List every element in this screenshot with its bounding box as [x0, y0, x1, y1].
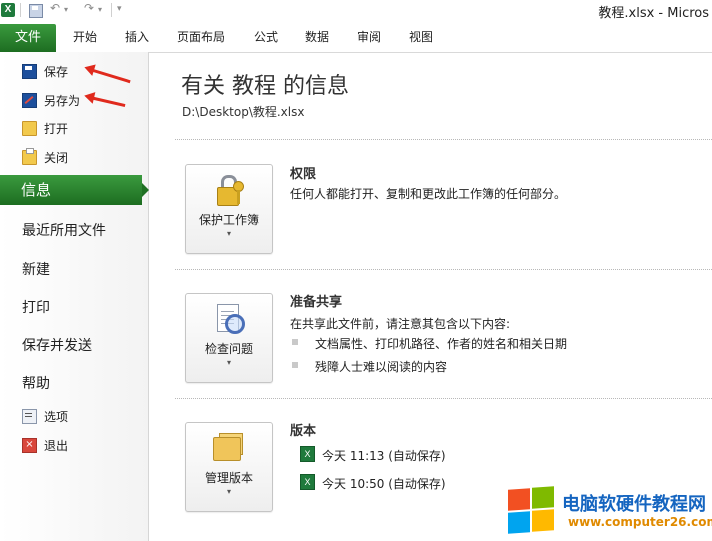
permissions-heading: 权限 — [290, 167, 317, 182]
window-title: 教程.xlsx - Micros — [598, 6, 709, 21]
lock-key-icon — [211, 173, 245, 207]
nav-exit-label: 退出 — [44, 438, 69, 453]
quick-save-icon[interactable] — [29, 4, 43, 18]
prepare-bullet: 残障人士难以阅读的内容 — [315, 360, 448, 374]
open-folder-icon — [22, 120, 37, 136]
nav-save-send[interactable]: 保存并发送 — [22, 335, 92, 355]
nav-save[interactable]: 保存 — [22, 61, 68, 81]
nav-options[interactable]: 选项 — [22, 406, 68, 426]
windows-logo — [508, 486, 556, 535]
nav-open[interactable]: 打开 — [22, 118, 68, 138]
tab-data[interactable]: 数据 — [305, 28, 329, 45]
prepare-description: 在共享此文件前，请注意其包含以下内容: — [290, 317, 511, 331]
check-issues-button[interactable]: 检查问题 ▾ — [185, 293, 273, 383]
chevron-down-icon: ▾ — [226, 487, 231, 496]
tab-review[interactable]: 审阅 — [357, 28, 381, 45]
divider — [175, 269, 712, 270]
versions-heading: 版本 — [290, 424, 317, 439]
redo-icon[interactable]: ↷ — [84, 1, 94, 15]
nav-print[interactable]: 打印 — [22, 297, 50, 317]
nav-recent[interactable]: 最近所用文件 — [22, 220, 106, 240]
nav-new[interactable]: 新建 — [22, 259, 50, 279]
customize-quick-access-icon[interactable]: ▾ — [117, 4, 122, 14]
prepare-bullet: 文档属性、打印机路径、作者的姓名和相关日期 — [315, 337, 568, 351]
excel-file-icon: X — [300, 446, 315, 462]
bullet-icon — [292, 339, 298, 345]
chevron-down-icon: ▾ — [226, 358, 231, 367]
check-issues-label: 检查问题 — [204, 342, 253, 356]
save-icon — [22, 63, 37, 79]
permissions-description: 任何人都能打开、复制和更改此工作簿的任何部分。 — [290, 187, 567, 201]
tab-formulas[interactable]: 公式 — [254, 28, 278, 45]
chevron-down-icon: ▾ — [226, 229, 231, 238]
nav-close-label: 关闭 — [44, 150, 69, 165]
title-bar: X ↶ ▾ ↷ ▾ ▾ 教程.xlsx - Micros — [0, 0, 712, 21]
exit-icon: × — [22, 437, 37, 453]
versions-folder-icon — [211, 431, 245, 465]
bullet-icon — [292, 362, 298, 368]
nav-close[interactable]: 关闭 — [22, 147, 68, 167]
prepare-heading: 准备共享 — [290, 295, 343, 310]
manage-versions-button[interactable]: 管理版本 ▾ — [185, 422, 273, 512]
divider — [175, 139, 712, 140]
manage-versions-label: 管理版本 — [204, 471, 253, 485]
protect-workbook-label: 保护工作簿 — [198, 213, 259, 227]
nav-info[interactable]: 信息 — [0, 175, 149, 205]
undo-dropdown-icon[interactable]: ▾ — [64, 5, 68, 14]
tab-file[interactable]: 文件 — [0, 24, 56, 52]
watermark-url: www.computer26.com — [568, 515, 712, 529]
page-title: 有关 教程 的信息 — [181, 74, 349, 99]
nav-save-label: 保存 — [44, 64, 69, 79]
excel-file-icon: X — [300, 474, 315, 490]
tab-view[interactable]: 视图 — [409, 28, 433, 45]
separator — [20, 3, 21, 17]
nav-exit[interactable]: × 退出 — [22, 435, 68, 455]
protect-workbook-button[interactable]: 保护工作簿 ▾ — [185, 164, 273, 254]
nav-save-as-label: 另存为 — [44, 93, 81, 108]
watermark-title: 电脑软硬件教程网 — [562, 494, 706, 515]
tab-insert[interactable]: 插入 — [125, 28, 149, 45]
close-folder-icon — [22, 147, 37, 165]
separator — [111, 3, 112, 17]
tab-page-layout[interactable]: 页面布局 — [177, 28, 225, 45]
nav-options-label: 选项 — [44, 409, 69, 424]
file-path: D:\Desktop\教程.xlsx — [182, 105, 305, 119]
version-entry[interactable]: 今天 11:13 (自动保存) — [322, 447, 446, 464]
nav-open-label: 打开 — [44, 121, 69, 136]
ribbon-tab-bar: 文件 开始 插入 页面布局 公式 数据 审阅 视图 — [0, 20, 712, 53]
redo-dropdown-icon[interactable]: ▾ — [98, 5, 102, 14]
version-entry[interactable]: 今天 10:50 (自动保存) — [322, 475, 446, 492]
nav-help[interactable]: 帮助 — [22, 373, 50, 393]
tab-home[interactable]: 开始 — [73, 28, 97, 45]
options-icon — [22, 408, 37, 424]
divider — [175, 398, 712, 399]
inspect-document-icon — [211, 302, 245, 336]
excel-app-icon[interactable]: X — [1, 3, 15, 17]
backstage-nav: 保存 另存为 打开 关闭 信息 最近所用文件 新建 打印 保存并发送 帮助 选项… — [0, 52, 149, 541]
save-as-icon — [22, 92, 37, 108]
nav-save-as[interactable]: 另存为 — [22, 90, 80, 110]
undo-icon[interactable]: ↶ — [50, 1, 60, 15]
